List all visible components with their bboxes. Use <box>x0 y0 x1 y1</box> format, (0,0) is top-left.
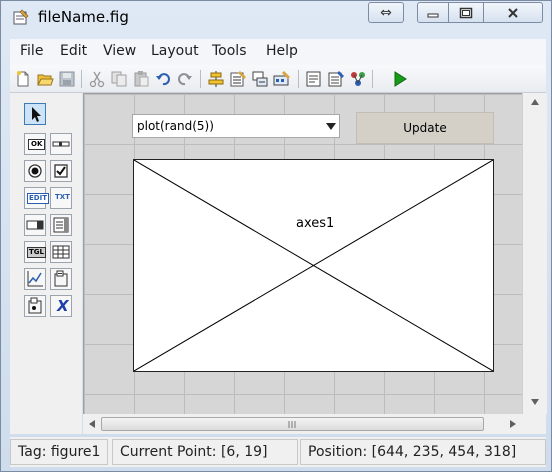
redo-icon[interactable] <box>176 70 194 88</box>
slider-icon <box>52 141 70 147</box>
table-tool[interactable] <box>50 241 72 263</box>
maximize-icon <box>459 7 473 18</box>
dropdown-arrow-icon[interactable] <box>326 123 336 130</box>
horizontal-scrollbar[interactable] <box>83 414 522 434</box>
panel-tool[interactable] <box>50 268 72 290</box>
new-file-icon[interactable] <box>14 70 32 88</box>
menu-editor-icon[interactable] <box>229 70 247 88</box>
checkbox-icon <box>54 164 68 178</box>
edit-text-icon: EDIT <box>27 193 49 204</box>
guide-window: fileName.fig ⇔ File Edit View Layout Too… <box>0 0 552 472</box>
restore-arrows-button[interactable]: ⇔ <box>368 2 404 23</box>
radio-button-tool[interactable] <box>24 160 46 182</box>
panel-icon <box>54 270 68 287</box>
popup-menu-icon <box>26 220 44 230</box>
listbox-tool[interactable] <box>50 214 72 236</box>
toggle-button-tool[interactable]: TGL <box>24 241 46 263</box>
undo-icon[interactable] <box>154 70 172 88</box>
scroll-down-arrow-icon[interactable] <box>531 399 539 405</box>
open-file-icon[interactable] <box>36 70 54 88</box>
save-icon[interactable] <box>58 70 76 88</box>
menu-help[interactable]: Help <box>266 43 298 59</box>
listbox-icon <box>53 217 69 233</box>
select-tool[interactable] <box>24 103 46 125</box>
activex-icon: X <box>57 297 69 315</box>
axes-cross <box>134 160 493 371</box>
scroll-right-arrow-icon[interactable] <box>510 420 516 428</box>
menu-view[interactable]: View <box>103 43 136 59</box>
toolbar-separator <box>81 70 82 88</box>
figure-file-icon <box>13 9 29 25</box>
close-icon <box>508 7 518 18</box>
popup-menu-tool[interactable] <box>24 214 46 236</box>
axes-placeholder[interactable]: axes1 <box>133 159 494 372</box>
scroll-left-arrow-icon[interactable] <box>89 420 95 428</box>
axes-label: axes1 <box>296 216 335 231</box>
checkbox-tool[interactable] <box>50 160 72 182</box>
property-inspector-icon[interactable] <box>327 70 345 88</box>
button-group-tool[interactable] <box>24 295 46 317</box>
tab-order-icon[interactable] <box>251 70 269 88</box>
menu-bar: File Edit View Layout Tools Help <box>10 39 546 65</box>
axes-icon <box>27 271 43 287</box>
toolbar-separator <box>298 70 299 88</box>
double-arrow-icon: ⇔ <box>380 4 392 21</box>
push-button-tool[interactable]: OK <box>24 133 46 155</box>
toolbar <box>10 65 546 93</box>
popup-menu-value: plot(rand(5)) <box>137 119 214 133</box>
title-bar[interactable]: fileName.fig ⇔ <box>1 1 551 33</box>
minimize-button[interactable] <box>417 2 449 23</box>
paste-icon[interactable] <box>132 70 150 88</box>
activex-tool[interactable]: X <box>50 295 72 317</box>
layout-canvas[interactable]: plot(rand(5)) Update axes1 <box>83 93 523 415</box>
scrollbar-corner <box>522 414 546 434</box>
align-icon[interactable] <box>207 70 225 88</box>
vertical-scrollbar[interactable] <box>522 93 547 414</box>
menu-file[interactable]: File <box>20 43 43 59</box>
arrow-pointer-icon <box>32 107 41 122</box>
axes-tool[interactable] <box>24 268 46 290</box>
toolbar-editor-icon[interactable] <box>273 70 291 88</box>
thumb-grip-icon <box>288 421 296 428</box>
button-group-icon <box>28 297 42 314</box>
menu-edit[interactable]: Edit <box>60 43 87 59</box>
toggle-button-icon: TGL <box>27 247 46 258</box>
slider-tool[interactable] <box>50 133 72 155</box>
status-tag: Tag: figure1 <box>10 439 108 465</box>
radio-button-icon <box>28 164 42 178</box>
status-position: Position: [644, 235, 454, 318] <box>300 439 546 465</box>
push-button-icon: OK <box>28 139 46 150</box>
cut-icon[interactable] <box>88 70 106 88</box>
toolbar-separator <box>372 70 373 88</box>
m-file-editor-icon[interactable] <box>305 70 323 88</box>
edit-text-tool[interactable]: EDIT <box>24 187 49 209</box>
scrollbar-thumb[interactable] <box>101 417 484 431</box>
toolbar-separator <box>200 70 201 88</box>
maximize-button[interactable] <box>448 2 484 23</box>
minimize-icon <box>427 13 439 17</box>
component-palette: OK EDIT TXT TGL X <box>10 93 82 434</box>
status-bar: Tag: figure1 Current Point: [6, 19] Posi… <box>10 437 546 467</box>
object-browser-icon[interactable] <box>349 70 367 88</box>
copy-icon[interactable] <box>110 70 128 88</box>
menu-tools[interactable]: Tools <box>212 43 247 59</box>
table-icon <box>52 245 70 259</box>
status-current-point: Current Point: [6, 19] <box>112 439 298 465</box>
update-button[interactable]: Update <box>356 112 494 144</box>
static-text-icon: TXT <box>55 193 70 201</box>
run-icon[interactable] <box>391 70 409 88</box>
close-button[interactable] <box>483 2 543 23</box>
scroll-up-arrow-icon[interactable] <box>531 99 539 105</box>
menu-layout[interactable]: Layout <box>151 43 199 59</box>
popup-menu[interactable]: plot(rand(5)) <box>132 114 340 138</box>
static-text-tool[interactable]: TXT <box>50 187 72 209</box>
window-title: fileName.fig <box>38 8 129 26</box>
